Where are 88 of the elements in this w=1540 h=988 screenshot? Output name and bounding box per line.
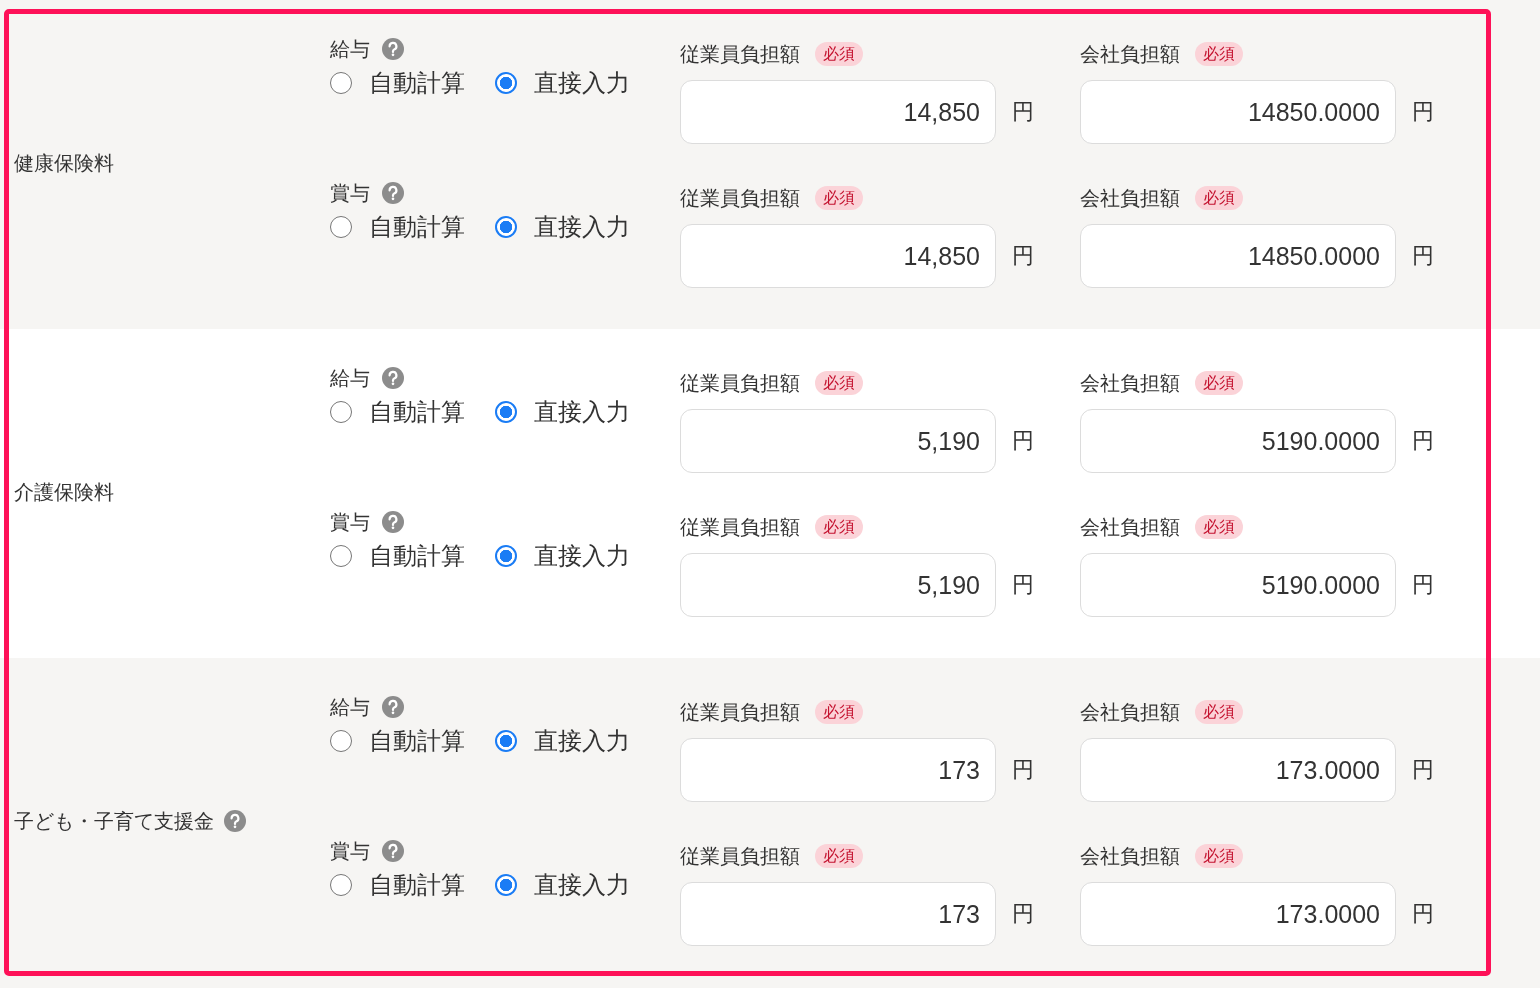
field-label: 従業員負担額 <box>680 42 800 66</box>
unit-label: 円 <box>1012 901 1034 927</box>
required-badge: 必須 <box>1195 186 1243 210</box>
help-icon[interactable] <box>382 511 404 533</box>
amount-field[interactable]: 14,850 <box>680 80 996 144</box>
help-icon[interactable] <box>382 840 404 862</box>
section-label: 介護保険料 <box>14 479 114 504</box>
radio-button[interactable] <box>495 874 517 896</box>
radio-button[interactable] <box>330 401 352 423</box>
field-label: 賞与 <box>330 839 370 863</box>
radio-label[interactable]: 自動計算 <box>369 214 465 240</box>
unit-label: 円 <box>1012 243 1034 269</box>
required-badge: 必須 <box>1195 844 1243 868</box>
unit-label: 円 <box>1012 99 1034 125</box>
unit-label: 円 <box>1012 757 1034 783</box>
required-badge: 必須 <box>815 186 863 210</box>
field-label: 賞与 <box>330 181 370 205</box>
field-label: 会社負担額 <box>1080 371 1180 395</box>
field-label: 従業員負担額 <box>680 844 800 868</box>
required-badge: 必須 <box>1195 42 1243 66</box>
radio-button[interactable] <box>495 72 517 94</box>
field-label: 従業員負担額 <box>680 186 800 210</box>
radio-button[interactable] <box>495 216 517 238</box>
radio-label[interactable]: 直接入力 <box>534 543 630 569</box>
field-label: 会社負担額 <box>1080 700 1180 724</box>
field-label: 給与 <box>330 37 370 61</box>
radio-button[interactable] <box>495 730 517 752</box>
field-label: 給与 <box>330 366 370 390</box>
amount-field[interactable]: 5190.0000 <box>1080 553 1396 617</box>
radio-label[interactable]: 直接入力 <box>534 214 630 240</box>
amount-field[interactable]: 5190.0000 <box>1080 409 1396 473</box>
unit-label: 円 <box>1012 428 1034 454</box>
help-icon[interactable] <box>382 38 404 60</box>
radio-button[interactable] <box>495 545 517 567</box>
help-icon[interactable] <box>382 696 404 718</box>
help-icon[interactable] <box>382 182 404 204</box>
radio-button[interactable] <box>495 401 517 423</box>
radio-label[interactable]: 直接入力 <box>534 70 630 96</box>
unit-label: 円 <box>1412 901 1434 927</box>
unit-label: 円 <box>1412 757 1434 783</box>
section-label: 健康保険料 <box>14 150 114 175</box>
field-label: 会社負担額 <box>1080 844 1180 868</box>
amount-field[interactable]: 173.0000 <box>1080 738 1396 802</box>
required-badge: 必須 <box>815 515 863 539</box>
amount-field[interactable]: 173 <box>680 738 996 802</box>
field-label: 会社負担額 <box>1080 186 1180 210</box>
required-badge: 必須 <box>815 700 863 724</box>
radio-label[interactable]: 直接入力 <box>534 872 630 898</box>
unit-label: 円 <box>1412 428 1434 454</box>
field-label: 従業員負担額 <box>680 700 800 724</box>
required-badge: 必須 <box>815 42 863 66</box>
amount-field[interactable]: 5,190 <box>680 553 996 617</box>
radio-button[interactable] <box>330 874 352 896</box>
amount-field[interactable]: 5,190 <box>680 409 996 473</box>
radio-label[interactable]: 自動計算 <box>369 728 465 754</box>
field-label: 賞与 <box>330 510 370 534</box>
amount-field[interactable]: 173.0000 <box>1080 882 1396 946</box>
unit-label: 円 <box>1412 243 1434 269</box>
amount-field[interactable]: 14,850 <box>680 224 996 288</box>
amount-field[interactable]: 14850.0000 <box>1080 80 1396 144</box>
required-badge: 必須 <box>1195 371 1243 395</box>
amount-field[interactable]: 14850.0000 <box>1080 224 1396 288</box>
unit-label: 円 <box>1012 572 1034 598</box>
required-badge: 必須 <box>815 844 863 868</box>
section-label: 子ども・子育て支援金 <box>14 808 214 833</box>
radio-label[interactable]: 自動計算 <box>369 872 465 898</box>
field-label: 従業員負担額 <box>680 515 800 539</box>
help-icon[interactable] <box>224 809 246 832</box>
radio-label[interactable]: 自動計算 <box>369 399 465 425</box>
required-badge: 必須 <box>1195 515 1243 539</box>
required-badge: 必須 <box>815 371 863 395</box>
field-label: 会社負担額 <box>1080 42 1180 66</box>
required-badge: 必須 <box>1195 700 1243 724</box>
unit-label: 円 <box>1412 99 1434 125</box>
help-icon[interactable] <box>382 367 404 389</box>
radio-button[interactable] <box>330 730 352 752</box>
amount-field[interactable]: 173 <box>680 882 996 946</box>
radio-label[interactable]: 自動計算 <box>369 543 465 569</box>
radio-label[interactable]: 直接入力 <box>534 399 630 425</box>
radio-label[interactable]: 自動計算 <box>369 70 465 96</box>
field-label: 従業員負担額 <box>680 371 800 395</box>
radio-label[interactable]: 直接入力 <box>534 728 630 754</box>
radio-button[interactable] <box>330 72 352 94</box>
unit-label: 円 <box>1412 572 1434 598</box>
field-label: 会社負担額 <box>1080 515 1180 539</box>
field-label: 給与 <box>330 695 370 719</box>
radio-button[interactable] <box>330 216 352 238</box>
radio-button[interactable] <box>330 545 352 567</box>
